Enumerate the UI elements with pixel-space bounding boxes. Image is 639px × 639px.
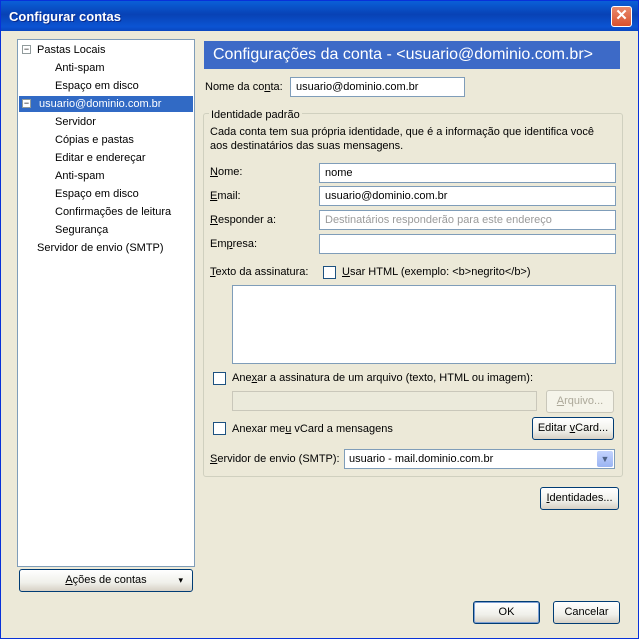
tree-item-label: Servidor [55, 116, 96, 128]
company-input[interactable] [319, 234, 616, 254]
smtp-label: Servidor de envio (SMTP): [210, 453, 340, 465]
attach-vcard-checkbox[interactable] [213, 422, 226, 435]
signature-file-input[interactable] [232, 391, 537, 411]
email-input[interactable]: usuario@dominio.com.br [319, 186, 616, 206]
account-settings-window: Configurar contas ✕ − Pastas Locais Anti… [0, 0, 639, 639]
page-title: Configurações da conta - <usuario@domini… [204, 41, 620, 69]
identities-label: dentidades... [549, 492, 613, 504]
email-label-text: mail: [217, 190, 241, 202]
tree-item-return-receipts[interactable]: Confirmações de leitura [55, 204, 171, 220]
collapse-icon[interactable]: − [22, 99, 31, 108]
tree-item-label: Pastas Locais [37, 44, 106, 56]
company-label-post: resa: [232, 238, 258, 250]
tree-item-label: Espaço em disco [55, 80, 139, 92]
tree-item-account-disk-space[interactable]: Espaço em disco [55, 186, 139, 202]
identities-button[interactable]: Identidades... [540, 487, 619, 510]
account-name-label-pre: Nome da co [205, 81, 265, 93]
use-html-mnemonic: U [342, 266, 350, 278]
tree-item-local-antispam[interactable]: Anti-spam [55, 60, 105, 76]
reply-to-placeholder: Destinatários responderão para este ende… [325, 214, 552, 226]
tree-item-local-disk-space[interactable]: Espaço em disco [55, 78, 139, 94]
signature-label-text: exto da assinatura: [215, 266, 309, 278]
signature-label: Texto da assinatura: [210, 266, 308, 278]
attach-signature-label[interactable]: Anexar a assinatura de um arquivo (texto… [232, 372, 533, 384]
name-input[interactable]: nome [319, 163, 616, 183]
tree-item-label: Editar e endereçar [55, 152, 146, 164]
company-label: Empresa: [210, 238, 257, 250]
window-title: Configurar contas [9, 9, 121, 24]
tree-item-account[interactable]: − usuario@dominio.com.br [19, 96, 193, 112]
account-tree[interactable]: − Pastas Locais Anti-spam Espaço em disc… [17, 39, 195, 567]
name-label-text: ome: [217, 166, 243, 178]
use-html-label-text: sar HTML (exemplo: <b>negrito</b>) [349, 266, 531, 278]
tree-item-label: Anti-spam [55, 170, 105, 182]
tree-item-composition[interactable]: Editar e endereçar [55, 150, 146, 166]
edit-vcard-label-pre: Editar [537, 422, 570, 434]
tree-item-label: Cópias e pastas [55, 134, 134, 146]
tree-item-label: Anti-spam [55, 62, 105, 74]
smtp-server-select[interactable]: usuario - mail.dominio.com.br ▼ [344, 449, 615, 469]
ok-button[interactable]: OK [473, 601, 540, 624]
tree-item-label: Segurança [55, 224, 109, 236]
reply-to-label-text: esponder a: [217, 214, 277, 226]
account-actions-button[interactable]: Ações de contas ▾ [19, 569, 193, 592]
account-name-input[interactable]: usuario@dominio.com.br [290, 77, 465, 97]
attach-vcard-label-pre: Anexar me [232, 423, 286, 435]
identity-description: Cada conta tem sua própria identidade, q… [210, 126, 595, 152]
tree-item-smtp[interactable]: Servidor de envio (SMTP) [37, 240, 164, 256]
attach-vcard-label-post: vCard a mensagens [291, 423, 393, 435]
edit-vcard-button[interactable]: Editar vCard... [532, 417, 614, 440]
edit-vcard-label-post: Card... [575, 422, 609, 434]
account-name-label-post: ta: [270, 81, 283, 93]
reply-to-label: Responder a: [210, 214, 276, 226]
tree-item-label: Espaço em disco [55, 188, 139, 200]
tree-item-label: Confirmações de leitura [55, 206, 172, 218]
identity-group-title: Identidade padrão [209, 109, 302, 121]
account-actions-label: ções de contas [72, 574, 147, 586]
tree-item-copies-folders[interactable]: Cópias e pastas [55, 132, 134, 148]
tree-item-account-antispam[interactable]: Anti-spam [55, 168, 105, 184]
smtp-server-value: usuario - mail.dominio.com.br [349, 453, 494, 465]
name-label: Nome: [210, 166, 242, 178]
tree-item-security[interactable]: Segurança [55, 222, 108, 238]
attach-signature-label-pre: Ane [232, 372, 252, 384]
use-html-label[interactable]: Usar HTML (exemplo: <b>negrito</b>) [342, 266, 531, 278]
tree-item-label: Servidor de envio (SMTP) [37, 242, 164, 254]
account-name-label: Nome da conta: [205, 81, 283, 93]
browse-file-button[interactable]: Arquivo... [546, 390, 614, 413]
tree-item-label: usuario@dominio.com.br [37, 98, 164, 110]
collapse-icon[interactable]: − [22, 45, 31, 54]
use-html-checkbox[interactable] [323, 266, 336, 279]
browse-file-label: rquivo... [564, 395, 604, 407]
attach-signature-checkbox[interactable] [213, 372, 226, 385]
close-icon[interactable]: ✕ [611, 6, 632, 27]
dropdown-arrow-icon: ▾ [178, 575, 183, 585]
signature-textarea[interactable] [232, 285, 616, 364]
email-label: Email: [210, 190, 241, 202]
cancel-button[interactable]: Cancelar [553, 601, 620, 624]
company-label-pre: Em [210, 238, 227, 250]
reply-to-input[interactable]: Destinatários responderão para este ende… [319, 210, 616, 230]
attach-signature-label-post: ar a assinatura de um arquivo (texto, HT… [257, 372, 534, 384]
account-actions-mnemonic: A [65, 574, 73, 586]
attach-vcard-label[interactable]: Anexar meu vCard a mensagens [232, 423, 393, 435]
smtp-label-text: ervidor de envio (SMTP): [217, 453, 340, 465]
title-bar[interactable]: Configurar contas ✕ [1, 1, 638, 31]
name-mnemonic: N [210, 166, 218, 178]
reply-to-mnemonic: R [210, 214, 218, 226]
browse-file-mnemonic: A [556, 395, 565, 407]
chevron-down-icon[interactable]: ▼ [597, 451, 613, 467]
tree-item-server[interactable]: Servidor [55, 114, 96, 130]
tree-item-local-folders[interactable]: − Pastas Locais [22, 42, 105, 58]
